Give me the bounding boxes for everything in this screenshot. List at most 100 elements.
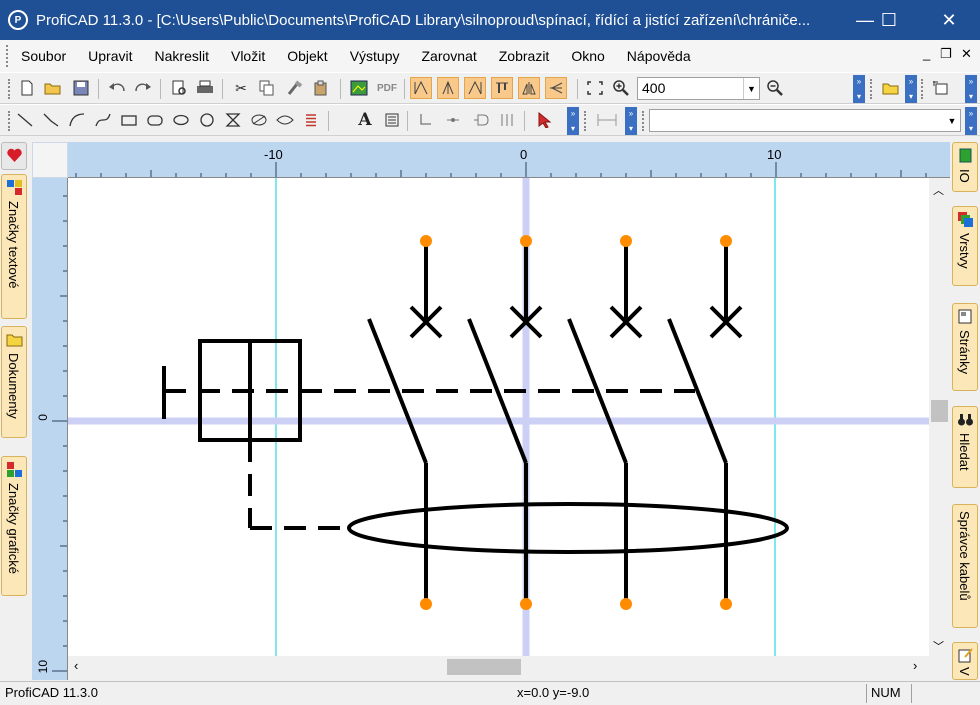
toolbar-options-icon[interactable]: » ▾ [965, 75, 977, 103]
io-tab[interactable]: IO [952, 142, 978, 192]
search-tab[interactable]: Hledat [952, 406, 978, 488]
list-tool-icon[interactable] [300, 109, 322, 131]
toolbar-options-icon[interactable]: » ▾ [625, 107, 637, 135]
ellipse-hatch-tool-icon[interactable] [248, 109, 270, 131]
align-top-icon[interactable] [491, 77, 513, 99]
ellipse-tool-icon[interactable] [170, 109, 192, 131]
paste-icon[interactable] [310, 77, 332, 99]
zoom-fit-icon[interactable] [584, 77, 606, 99]
circle-tool-icon[interactable] [196, 109, 218, 131]
menu-nakreslit[interactable]: Nakreslit [144, 48, 220, 64]
text-box-tool-icon[interactable] [381, 109, 403, 131]
cut-icon[interactable]: ✂ [230, 77, 252, 99]
eye-shape-tool-icon[interactable] [274, 109, 296, 131]
v-tab[interactable]: V [952, 642, 978, 680]
menu-upravit[interactable]: Upravit [77, 48, 143, 64]
zoom-out-icon[interactable] [764, 77, 786, 99]
select-arrow-icon[interactable] [534, 109, 556, 131]
menu-napoveda[interactable]: Nápověda [616, 48, 702, 64]
notes-icon [958, 648, 973, 663]
line-tool-icon[interactable] [14, 109, 36, 131]
undo-icon[interactable] [106, 77, 128, 99]
print-icon[interactable] [194, 77, 216, 99]
vertical-scrollbar[interactable]: ︿ ﹀ [929, 178, 950, 656]
menu-zobrazit[interactable]: Zobrazit [488, 48, 561, 64]
mdi-minimize-button[interactable]: _ [923, 46, 930, 61]
open-folder-icon[interactable] [42, 77, 64, 99]
status-app-name: ProfiCAD 11.3.0 [5, 685, 98, 700]
chevron-down-icon[interactable]: ▼ [944, 110, 960, 131]
object-combobox[interactable]: ▼ [649, 109, 961, 132]
bus-tool-icon[interactable] [496, 109, 518, 131]
flip-horizontal-icon[interactable] [518, 77, 540, 99]
horizontal-scrollbar[interactable]: ‹ › [68, 656, 929, 678]
tab-label: Dokumenty [6, 353, 21, 419]
toolbar-options-icon[interactable]: » ▾ [965, 107, 977, 135]
scrollbar-thumb[interactable] [447, 659, 521, 675]
chevron-down-icon[interactable]: ﹀ [933, 638, 944, 654]
rectangle-tool-icon[interactable] [118, 109, 140, 131]
zoom-in-icon[interactable] [610, 77, 632, 99]
favorites-tab[interactable] [1, 142, 27, 170]
documents-tab[interactable]: Dokumenty [1, 326, 27, 438]
pages-tab[interactable]: Stránky [952, 303, 978, 391]
chevron-left-icon[interactable]: ‹ [74, 658, 78, 673]
menu-okno[interactable]: Okno [560, 48, 615, 64]
print-preview-icon[interactable] [168, 77, 190, 99]
bezier-tool-icon[interactable] [92, 109, 114, 131]
ruler-ticks [52, 195, 67, 672]
proficad-logo-icon[interactable]: P [8, 10, 28, 30]
toolbar-options-icon[interactable]: » ▾ [905, 75, 917, 103]
mdi-restore-button[interactable]: ❐ [940, 46, 952, 62]
symbols-icon [7, 462, 22, 477]
chevron-down-icon[interactable]: ▼ [743, 78, 759, 99]
graphic-symbols-tab[interactable]: Značky grafické [1, 456, 27, 596]
layers-tab[interactable]: Vrstvy [952, 206, 978, 286]
chevron-right-icon[interactable]: › [913, 658, 917, 673]
layers-icon [958, 212, 973, 227]
close-button[interactable]: ✕ [926, 0, 972, 40]
rounded-rectangle-tool-icon[interactable] [144, 109, 166, 131]
format-brush-icon[interactable] [284, 77, 306, 99]
text-tool-icon[interactable]: A [354, 109, 376, 131]
export-image-icon[interactable] [348, 77, 370, 99]
toolbar-options-icon[interactable]: » ▾ [567, 107, 579, 135]
folder-icon[interactable] [880, 77, 902, 99]
page-setup-icon[interactable] [930, 77, 952, 99]
menu-vlozit[interactable]: Vložit [220, 48, 276, 64]
scrollbar-thumb[interactable] [931, 400, 948, 422]
status-bar: ProfiCAD 11.3.0 x=0.0 y=-9.0 NUM [0, 681, 980, 705]
copy-icon[interactable] [256, 77, 278, 99]
cable-manager-tab[interactable]: Správce kabelů [952, 504, 978, 628]
connector-tool-icon[interactable] [470, 109, 492, 131]
text-symbols-tab[interactable]: Značky textové [1, 174, 27, 319]
toolbar-options-icon[interactable]: » ▾ [853, 75, 865, 103]
menu-bar: Soubor Upravit Nakreslit Vložit Objekt V… [0, 40, 980, 72]
menu-soubor[interactable]: Soubor [10, 48, 77, 64]
polyline-tool-icon[interactable] [40, 109, 62, 131]
menu-vystupy[interactable]: Výstupy [339, 48, 411, 64]
dimension-tool-icon[interactable] [596, 109, 618, 131]
schematic-drawing[interactable] [68, 178, 929, 656]
align-center-icon[interactable] [437, 77, 459, 99]
align-left-icon[interactable] [410, 77, 432, 99]
mdi-close-button[interactable]: ✕ [961, 46, 972, 62]
zoom-level-combobox[interactable]: 400 ▼ [637, 77, 760, 100]
chevron-up-icon[interactable]: ︿ [933, 182, 944, 198]
junction-tool-icon[interactable] [442, 109, 464, 131]
menu-zarovnat[interactable]: Zarovnat [411, 48, 488, 64]
arc-tool-icon[interactable] [66, 109, 88, 131]
tab-label: Stránky [957, 330, 972, 375]
hourglass-tool-icon[interactable] [222, 109, 244, 131]
new-file-icon[interactable] [16, 77, 38, 99]
redo-icon[interactable] [132, 77, 154, 99]
wire-tool-icon[interactable] [414, 109, 436, 131]
ruler-label: -10 [264, 147, 283, 162]
align-right-icon[interactable] [464, 77, 486, 99]
save-icon[interactable] [70, 77, 92, 99]
export-pdf-icon[interactable]: PDF [374, 77, 400, 99]
maximize-button[interactable]: ☐ [866, 0, 912, 40]
menu-objekt[interactable]: Objekt [276, 48, 338, 64]
flip-vertical-icon[interactable] [545, 77, 567, 99]
drawing-canvas[interactable] [68, 178, 929, 656]
